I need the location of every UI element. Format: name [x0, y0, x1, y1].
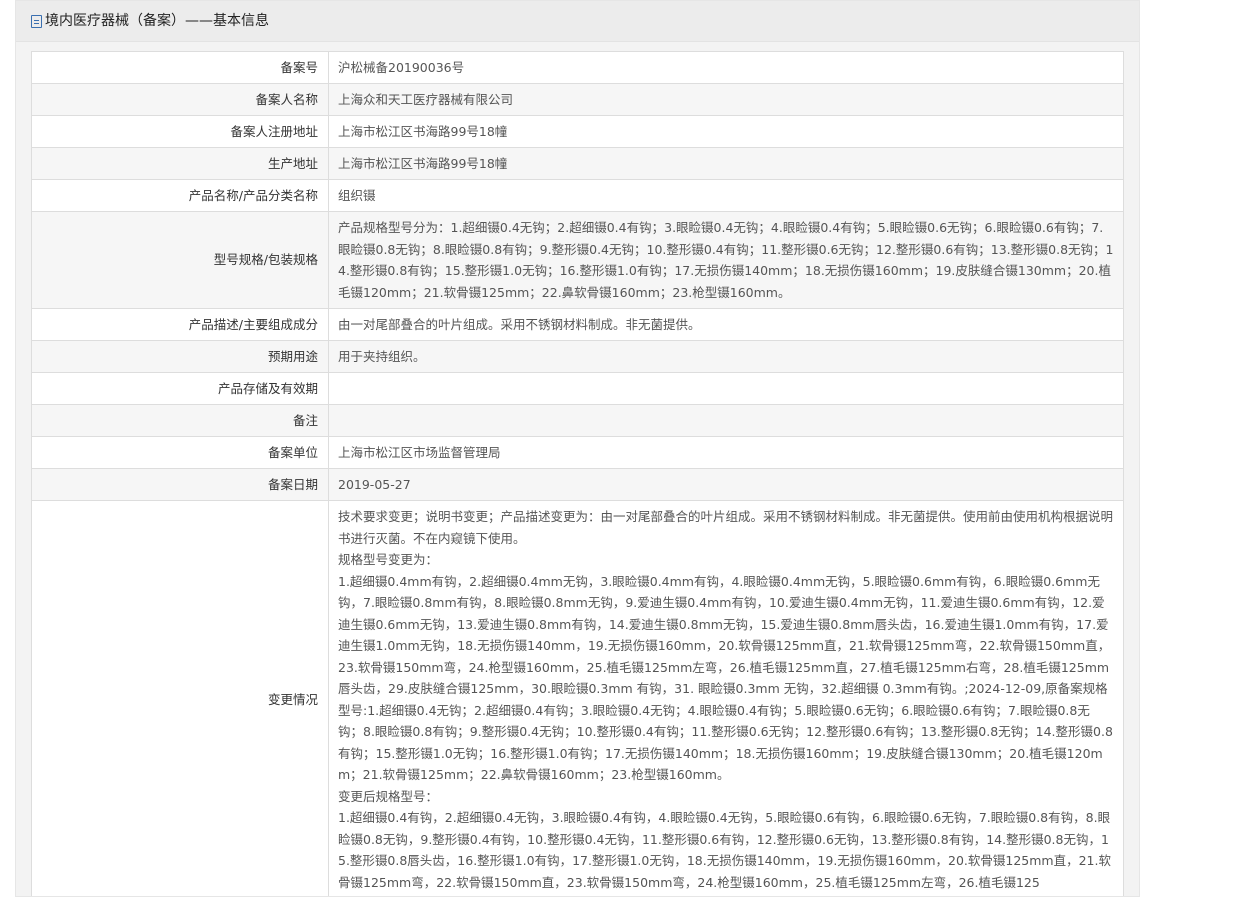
- row-label: 备案单位: [31, 436, 329, 469]
- info-panel: 境内医疗器械（备案）——基本信息 备案号 沪松械备20190036号 备案人名称…: [15, 0, 1140, 897]
- row-value: 产品规格型号分为：1.超细镊0.4无钩；2.超细镊0.4有钩；3.眼睑镊0.4无…: [328, 211, 1124, 309]
- row-label: 备案号: [31, 51, 329, 84]
- info-table-wrapper: 备案号 沪松械备20190036号 备案人名称 上海众和天工医疗器械有限公司 备…: [31, 51, 1124, 896]
- row-value: [328, 404, 1124, 437]
- table-row: 备案日期 2019-05-27: [31, 468, 1124, 501]
- row-value: 2019-05-27: [328, 468, 1124, 501]
- row-value: 沪松械备20190036号: [328, 51, 1124, 84]
- row-value: 上海市松江区书海路99号18幢: [328, 147, 1124, 180]
- row-label: 产品名称/产品分类名称: [31, 179, 329, 212]
- row-label: 备案人名称: [31, 83, 329, 116]
- row-value: 由一对尾部叠合的叶片组成。采用不锈钢材料制成。非无菌提供。: [328, 308, 1124, 341]
- table-row: 变更情况 技术要求变更；说明书变更；产品描述变更为：由一对尾部叠合的叶片组成。采…: [31, 500, 1124, 896]
- table-row: 备案单位 上海市松江区市场监督管理局: [31, 436, 1124, 469]
- row-label: 型号规格/包装规格: [31, 211, 329, 309]
- change-paragraph: 1.超细镊0.4mm有钩，2.超细镊0.4mm无钩，3.眼睑镊0.4mm有钩，4…: [338, 573, 1113, 783]
- change-paragraph: 1.超细镊0.4有钩，2.超细镊0.4无钩，3.眼睑镊0.4有钩，4.眼睑镊0.…: [338, 810, 1111, 890]
- row-label: 备案人注册地址: [31, 115, 329, 148]
- change-paragraph: 规格型号变更为：: [338, 552, 439, 567]
- row-value: 上海市松江区书海路99号18幢: [328, 115, 1124, 148]
- table-row: 备案号 沪松械备20190036号: [31, 51, 1124, 84]
- table-row: 备案人名称 上海众和天工医疗器械有限公司: [31, 83, 1124, 116]
- table-row: 预期用途 用于夹持组织。: [31, 340, 1124, 373]
- row-label: 产品描述/主要组成成分: [31, 308, 329, 341]
- row-value-changes: 技术要求变更；说明书变更；产品描述变更为：由一对尾部叠合的叶片组成。采用不锈钢材…: [328, 500, 1124, 896]
- row-value: 上海众和天工医疗器械有限公司: [328, 83, 1124, 116]
- panel-header: 境内医疗器械（备案）——基本信息: [16, 1, 1139, 42]
- row-label: 变更情况: [31, 500, 329, 896]
- row-label: 产品存储及有效期: [31, 372, 329, 405]
- table-row: 型号规格/包装规格 产品规格型号分为：1.超细镊0.4无钩；2.超细镊0.4有钩…: [31, 211, 1124, 309]
- row-label: 生产地址: [31, 147, 329, 180]
- change-paragraph: 变更后规格型号：: [338, 788, 439, 804]
- table-row: 产品存储及有效期: [31, 372, 1124, 405]
- row-label: 备案日期: [31, 468, 329, 501]
- panel-title: 境内医疗器械（备案）——基本信息: [45, 13, 269, 29]
- table-row: 备注: [31, 404, 1124, 437]
- row-value: 用于夹持组织。: [328, 340, 1124, 373]
- table-row: 生产地址 上海市松江区书海路99号18幢: [31, 147, 1124, 180]
- row-value: 上海市松江区市场监督管理局: [328, 436, 1124, 469]
- document-icon: [31, 14, 42, 28]
- table-row: 备案人注册地址 上海市松江区书海路99号18幢: [31, 115, 1124, 148]
- row-label: 预期用途: [31, 340, 329, 373]
- row-value: 组织镊: [328, 179, 1124, 212]
- change-paragraph: 技术要求变更；说明书变更；产品描述变更为：由一对尾部叠合的叶片组成。采用不锈钢材…: [338, 509, 1114, 546]
- row-label: 备注: [31, 404, 329, 437]
- table-row: 产品描述/主要组成成分 由一对尾部叠合的叶片组成。采用不锈钢材料制成。非无菌提供…: [31, 308, 1124, 341]
- info-table: 备案号 沪松械备20190036号 备案人名称 上海众和天工医疗器械有限公司 备…: [31, 51, 1124, 896]
- table-row: 产品名称/产品分类名称 组织镊: [31, 179, 1124, 212]
- row-value: [328, 372, 1124, 405]
